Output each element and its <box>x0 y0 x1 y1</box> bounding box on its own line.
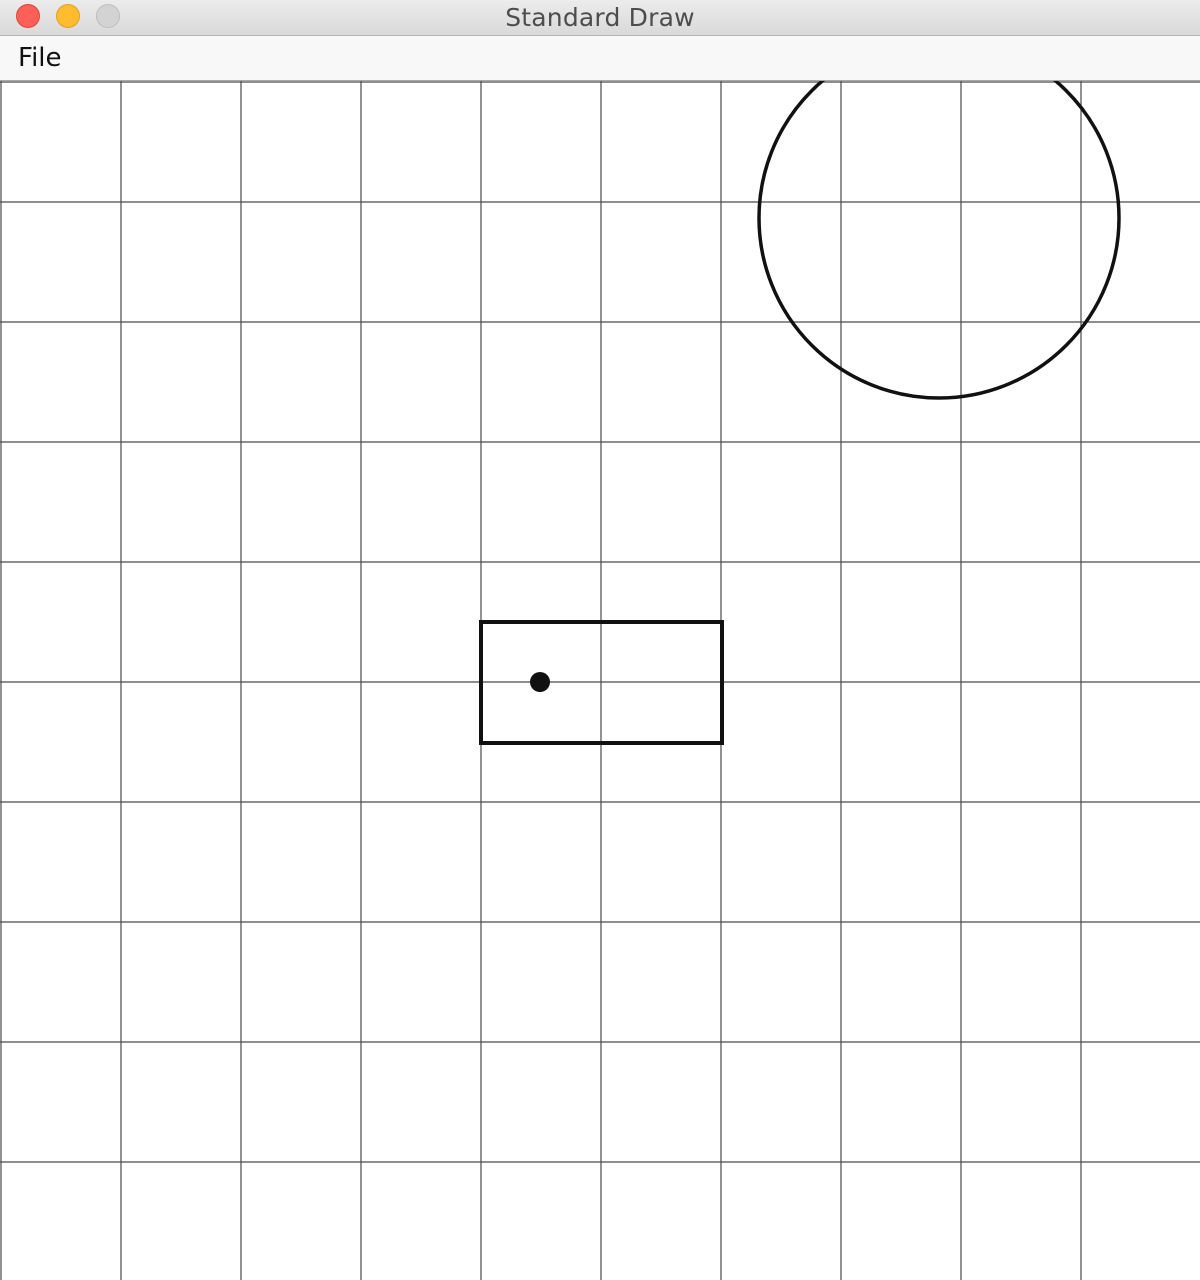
title-bar[interactable]: Standard Draw <box>0 0 1200 36</box>
grid <box>0 81 1200 1280</box>
drawing-surface[interactable] <box>0 81 1200 1280</box>
drawn-point <box>530 672 550 692</box>
menu-bar: File <box>0 36 1200 81</box>
drawing-canvas[interactable] <box>0 81 1200 1280</box>
window-title: Standard Draw <box>505 3 695 32</box>
standard-draw-window: Standard Draw File <box>0 0 1200 1280</box>
file-menu[interactable]: File <box>18 43 62 73</box>
drawn-circle <box>757 81 1121 400</box>
